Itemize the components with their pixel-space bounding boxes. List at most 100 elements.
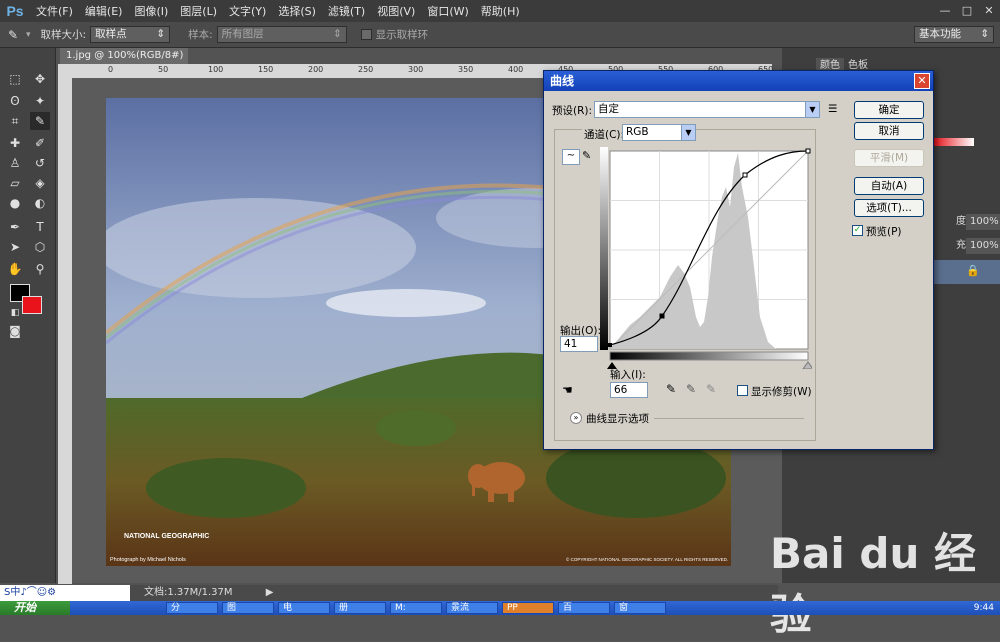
pen-tool-icon[interactable]: ✒ — [5, 218, 25, 236]
curves-dialog: 曲线 ✕ 预设(R): 自定 ▼ ☰ 通道(C): RGB ▼ ∼ ✎ 输出(O… — [543, 70, 934, 450]
task-item[interactable]: 百 — [558, 602, 610, 614]
zoom-tool-icon[interactable]: ⚲ — [30, 260, 50, 278]
output-input[interactable]: 41 — [560, 336, 598, 352]
menu-edit[interactable]: 编辑(E) — [79, 3, 129, 19]
task-item[interactable]: 窗 — [614, 602, 666, 614]
expand-options-icon[interactable]: » — [570, 412, 582, 424]
menu-image[interactable]: 图像(I) — [128, 3, 174, 19]
layer-row-background[interactable]: 🔒 — [934, 260, 1000, 284]
fill-input[interactable]: 100% — [966, 238, 1000, 254]
task-item[interactable]: 电 — [278, 602, 330, 614]
curve-edit-icon[interactable]: ∼ — [562, 149, 580, 165]
white-eyedropper-icon[interactable]: ✎ — [706, 382, 716, 396]
preview-label: 预览(P) — [866, 226, 902, 238]
marquee-tool-icon[interactable]: ⬚ — [5, 70, 25, 88]
clone-stamp-tool-icon[interactable]: ♙ — [5, 154, 25, 172]
show-ring-label: 显示取样环 — [375, 29, 429, 41]
menu-type[interactable]: 文字(Y) — [223, 3, 272, 19]
ruler-tick-label: 350 — [458, 65, 474, 74]
show-clipping-label: 显示修剪(W) — [751, 386, 812, 398]
tool-preset-chevron-icon[interactable]: ▾ — [26, 30, 31, 40]
lock-icon: 🔒 — [966, 264, 980, 277]
default-colors-icon[interactable]: ◧ — [5, 304, 25, 322]
chevron-down-icon: ⇕ — [156, 28, 166, 40]
opacity-input[interactable]: 100% — [966, 214, 1000, 230]
eyedropper-tool-icon[interactable]: ✎ — [30, 112, 50, 130]
baidu-watermark: Bai du 经验 — [770, 529, 976, 639]
history-brush-tool-icon[interactable]: ↺ — [30, 154, 50, 172]
ime-toolbar[interactable]: S中♪⌒☺⚙ — [0, 585, 130, 601]
dialog-titlebar[interactable]: 曲线 ✕ — [544, 71, 933, 91]
blur-tool-icon[interactable]: ● — [5, 194, 25, 212]
preview-checkbox[interactable]: ✓ — [852, 225, 863, 236]
preset-select[interactable]: 自定 ▼ — [594, 101, 820, 118]
brush-tool-icon[interactable]: ✐ — [30, 134, 50, 152]
smooth-button[interactable]: 平滑(M) — [854, 149, 924, 167]
document-tab[interactable]: 1.jpg @ 100%(RGB/8#) × — [60, 48, 188, 77]
menu-help[interactable]: 帮助(H) — [475, 3, 526, 19]
photo-logo: NATIONAL GEOGRAPHIC — [124, 533, 209, 540]
workspace-select[interactable]: 基本功能 ⇕ — [914, 26, 994, 43]
options-button[interactable]: 选项(T)... — [854, 199, 924, 217]
menu-window[interactable]: 窗口(W) — [421, 3, 474, 19]
show-clipping-checkbox[interactable] — [737, 385, 748, 396]
ruler-vertical — [58, 64, 72, 584]
paint-bucket-tool-icon[interactable]: ◈ — [30, 174, 50, 192]
background-color-swatch[interactable] — [22, 296, 42, 314]
sample-size-select[interactable]: 取样点 ⇕ — [90, 26, 171, 43]
ok-button[interactable]: 确定 — [854, 101, 924, 119]
curve-point-selected[interactable] — [659, 313, 665, 319]
ruler-tick-label: 50 — [158, 65, 169, 74]
task-item[interactable]: M: — [390, 602, 442, 614]
curve-graph[interactable] — [600, 147, 812, 369]
close-button[interactable]: ✕ — [978, 3, 1000, 19]
path-selection-tool-icon[interactable]: ➤ — [5, 238, 25, 256]
color-spectrum-bar[interactable] — [934, 138, 974, 146]
menu-view[interactable]: 视图(V) — [371, 3, 421, 19]
restore-button[interactable]: □ — [956, 3, 978, 19]
quick-mask-icon[interactable]: ◙ — [5, 322, 25, 340]
hand-tool-icon[interactable]: ✋ — [5, 260, 25, 278]
eyedropper-icon[interactable]: ✎ — [0, 26, 26, 44]
curve-point-black[interactable] — [608, 343, 612, 347]
curve-point-white[interactable] — [805, 148, 811, 154]
pencil-draw-icon[interactable]: ✎ — [582, 149, 598, 165]
move-tool-icon[interactable]: ✥ — [30, 70, 50, 88]
task-item[interactable]: 册 — [334, 602, 386, 614]
task-item[interactable]: 分 — [166, 602, 218, 614]
menu-filter[interactable]: 滤镜(T) — [322, 3, 371, 19]
preset-options-icon[interactable]: ☰ — [828, 103, 837, 115]
cancel-button[interactable]: 取消 — [854, 122, 924, 140]
gray-eyedropper-icon[interactable]: ✎ — [686, 382, 696, 396]
eraser-tool-icon[interactable]: ▱ — [5, 174, 25, 192]
crop-tool-icon[interactable]: ⌗ — [5, 112, 25, 130]
sample-select[interactable]: 所有图层 ⇕ — [216, 26, 347, 43]
dialog-close-button[interactable]: ✕ — [914, 73, 930, 89]
task-item-active[interactable]: PP — [502, 602, 554, 614]
dodge-tool-icon[interactable]: ◐ — [30, 194, 50, 212]
type-tool-icon[interactable]: T — [30, 218, 50, 236]
on-image-adjust-icon[interactable]: ☚ — [562, 383, 573, 397]
shape-tool-icon[interactable]: ⬡ — [30, 238, 50, 256]
ruler-tick-label: 300 — [408, 65, 424, 74]
menu-file[interactable]: 文件(F) — [30, 3, 79, 19]
auto-button[interactable]: 自动(A) — [854, 177, 924, 195]
black-eyedropper-icon[interactable]: ✎ — [666, 382, 676, 396]
healing-brush-tool-icon[interactable]: ✚ — [5, 134, 25, 152]
show-ring-checkbox[interactable] — [360, 29, 372, 40]
menu-bar: Ps 文件(F) 编辑(E) 图像(I) 图层(L) 文字(Y) 选择(S) 滤… — [0, 0, 1000, 22]
task-item[interactable]: 景流 — [446, 602, 498, 614]
start-button[interactable]: 开始 — [0, 601, 70, 615]
magic-wand-tool-icon[interactable]: ✦ — [30, 92, 50, 110]
task-item[interactable]: 图 — [222, 602, 274, 614]
white-input-slider[interactable] — [802, 361, 812, 369]
minimize-button[interactable]: — — [934, 3, 956, 19]
input-input[interactable]: 66 — [610, 382, 648, 398]
curve-point-upper[interactable] — [742, 172, 748, 178]
sample-value: 所有图层 — [221, 28, 264, 40]
channel-select[interactable]: RGB ▼ — [622, 124, 696, 141]
menu-layer[interactable]: 图层(L) — [174, 3, 223, 19]
status-arrow-icon[interactable]: ▶ — [266, 587, 274, 598]
menu-select[interactable]: 选择(S) — [272, 3, 322, 19]
lasso-tool-icon[interactable]: ʘ — [5, 92, 25, 110]
